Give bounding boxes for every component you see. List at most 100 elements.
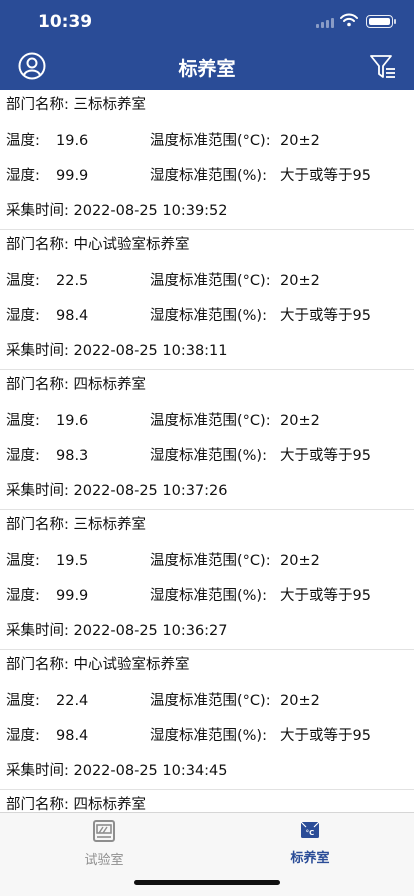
time-label: 采集时间:: [6, 763, 74, 779]
dept-row: 部门名称: 三标标养室: [6, 515, 146, 535]
humidity-label: 湿度:: [6, 728, 40, 744]
humidity-label: 湿度:: [6, 588, 40, 604]
tab-curing-room[interactable]: °C 标养室: [250, 819, 370, 866]
humidity-row: 湿度: 99.9 湿度标准范围(%): 大于或等于95: [6, 166, 371, 186]
app-header: 10:39 标养室: [0, 0, 414, 90]
list-item[interactable]: 部门名称: 三标标养室 温度: 19.6 温度标准范围(°C): 20±2 湿度: 99…: [0, 90, 414, 230]
humidity-value: 98.3: [56, 448, 89, 464]
humidity-value: 98.4: [56, 308, 89, 324]
dept-label: 部门名称:: [6, 97, 74, 113]
list-item[interactable]: 部门名称: 四标标养室: [0, 790, 414, 812]
home-indicator: [134, 880, 280, 885]
humidity-range-label: 湿度标准范围(%):: [150, 588, 267, 604]
list-item[interactable]: 部门名称: 中心试验室标养室 温度: 22.4 温度标准范围(°C): 20±2 湿度…: [0, 650, 414, 790]
time-label: 采集时间:: [6, 483, 74, 499]
time-label: 采集时间:: [6, 623, 74, 639]
temp-value: 22.5: [56, 273, 89, 289]
time-row: 采集时间: 2022-08-25 10:36:27: [6, 621, 228, 641]
temp-value: 19.6: [56, 413, 89, 429]
humidity-range-value: 大于或等于95: [280, 448, 371, 464]
dept-value: 三标标养室: [73, 97, 147, 113]
temp-label: 温度:: [6, 693, 40, 709]
time-label: 采集时间:: [6, 343, 74, 359]
temp-label: 温度:: [6, 273, 40, 289]
temp-row: 温度: 22.5 温度标准范围(°C): 20±2: [6, 271, 320, 291]
time-value: 2022-08-25 10:34:45: [73, 763, 228, 779]
dept-label: 部门名称:: [6, 797, 74, 812]
humidity-row: 湿度: 99.9 湿度标准范围(%): 大于或等于95: [6, 586, 371, 606]
dept-row: 部门名称: 四标标养室: [6, 375, 146, 395]
tab-curing-room-label: 标养室: [290, 851, 330, 866]
dept-label: 部门名称:: [6, 377, 74, 393]
lab-icon: [93, 820, 115, 842]
page-title: 标养室: [178, 58, 236, 80]
battery-icon: [366, 15, 396, 28]
humidity-label: 湿度:: [6, 308, 40, 324]
temp-row: 温度: 19.6 温度标准范围(°C): 20±2: [6, 411, 320, 431]
status-time: 10:39: [38, 12, 93, 32]
dept-value: 中心试验室标养室: [73, 237, 190, 253]
humidity-range-label: 湿度标准范围(%):: [150, 308, 267, 324]
humidity-range-value: 大于或等于95: [280, 308, 371, 324]
humidity-row: 湿度: 98.3 湿度标准范围(%): 大于或等于95: [6, 446, 371, 466]
humidity-row: 湿度: 98.4 湿度标准范围(%): 大于或等于95: [6, 306, 371, 326]
humidity-label: 湿度:: [6, 168, 40, 184]
humidity-range-label: 湿度标准范围(%):: [150, 728, 267, 744]
dept-value: 三标标养室: [73, 517, 147, 533]
temp-label: 温度:: [6, 553, 40, 569]
nav-bar: 标养室: [0, 44, 414, 90]
dept-row: 部门名称: 三标标养室: [6, 95, 146, 115]
temp-value: 19.5: [56, 553, 89, 569]
temp-row: 温度: 19.6 温度标准范围(°C): 20±2: [6, 131, 320, 151]
humidity-range-label: 湿度标准范围(%):: [150, 168, 267, 184]
dept-label: 部门名称:: [6, 657, 74, 673]
temp-range-label: 温度标准范围(°C):: [150, 413, 271, 429]
temp-value: 19.6: [56, 133, 89, 149]
dept-label: 部门名称:: [6, 237, 74, 253]
temp-range-value: 20±2: [280, 553, 320, 569]
filter-icon[interactable]: [369, 53, 397, 81]
temp-label: 温度:: [6, 133, 40, 149]
temp-range-value: 20±2: [280, 273, 320, 289]
time-row: 采集时间: 2022-08-25 10:38:11: [6, 341, 228, 361]
list-item[interactable]: 部门名称: 三标标养室 温度: 19.5 温度标准范围(°C): 20±2 湿度: 99…: [0, 510, 414, 650]
humidity-label: 湿度:: [6, 448, 40, 464]
temp-label: 温度:: [6, 413, 40, 429]
dept-label: 部门名称:: [6, 517, 74, 533]
temp-row: 温度: 22.4 温度标准范围(°C): 20±2: [6, 691, 320, 711]
humidity-range-label: 湿度标准范围(%):: [150, 448, 267, 464]
temp-row: 温度: 19.5 温度标准范围(°C): 20±2: [6, 551, 320, 571]
temp-range-label: 温度标准范围(°C):: [150, 553, 271, 569]
time-row: 采集时间: 2022-08-25 10:39:52: [6, 201, 228, 221]
dept-value: 四标标养室: [73, 377, 147, 393]
status-bar: 10:39: [0, 0, 414, 44]
dept-value: 中心试验室标养室: [73, 657, 190, 673]
cellular-signal-icon: [316, 18, 334, 28]
dept-row: 部门名称: 中心试验室标养室: [6, 655, 190, 675]
svg-text:°C: °C: [306, 829, 315, 837]
humidity-value: 99.9: [56, 168, 89, 184]
humidity-range-value: 大于或等于95: [280, 588, 371, 604]
tab-lab-label: 试验室: [84, 853, 124, 868]
time-value: 2022-08-25 10:37:26: [73, 483, 228, 499]
dept-row: 部门名称: 中心试验室标养室: [6, 235, 190, 255]
temp-range-value: 20±2: [280, 413, 320, 429]
humidity-row: 湿度: 98.4 湿度标准范围(%): 大于或等于95: [6, 726, 371, 746]
tab-lab[interactable]: 试验室: [44, 819, 164, 868]
curing-room-icon: °C: [300, 821, 320, 838]
humidity-value: 99.9: [56, 588, 89, 604]
dept-row: 部门名称: 四标标养室: [6, 795, 146, 812]
humidity-value: 98.4: [56, 728, 89, 744]
time-value: 2022-08-25 10:38:11: [73, 343, 228, 359]
time-value: 2022-08-25 10:39:52: [73, 203, 228, 219]
time-row: 采集时间: 2022-08-25 10:34:45: [6, 761, 228, 781]
record-list[interactable]: 部门名称: 三标标养室 温度: 19.6 温度标准范围(°C): 20±2 湿度: 99…: [0, 90, 414, 812]
dept-value: 四标标养室: [73, 797, 147, 812]
humidity-range-value: 大于或等于95: [280, 728, 371, 744]
temp-range-label: 温度标准范围(°C):: [150, 693, 271, 709]
wifi-icon: [340, 13, 358, 27]
list-item[interactable]: 部门名称: 四标标养室 温度: 19.6 温度标准范围(°C): 20±2 湿度: 98…: [0, 370, 414, 510]
temp-range-label: 温度标准范围(°C):: [150, 273, 271, 289]
list-item[interactable]: 部门名称: 中心试验室标养室 温度: 22.5 温度标准范围(°C): 20±2 湿度…: [0, 230, 414, 370]
temp-range-value: 20±2: [280, 133, 320, 149]
